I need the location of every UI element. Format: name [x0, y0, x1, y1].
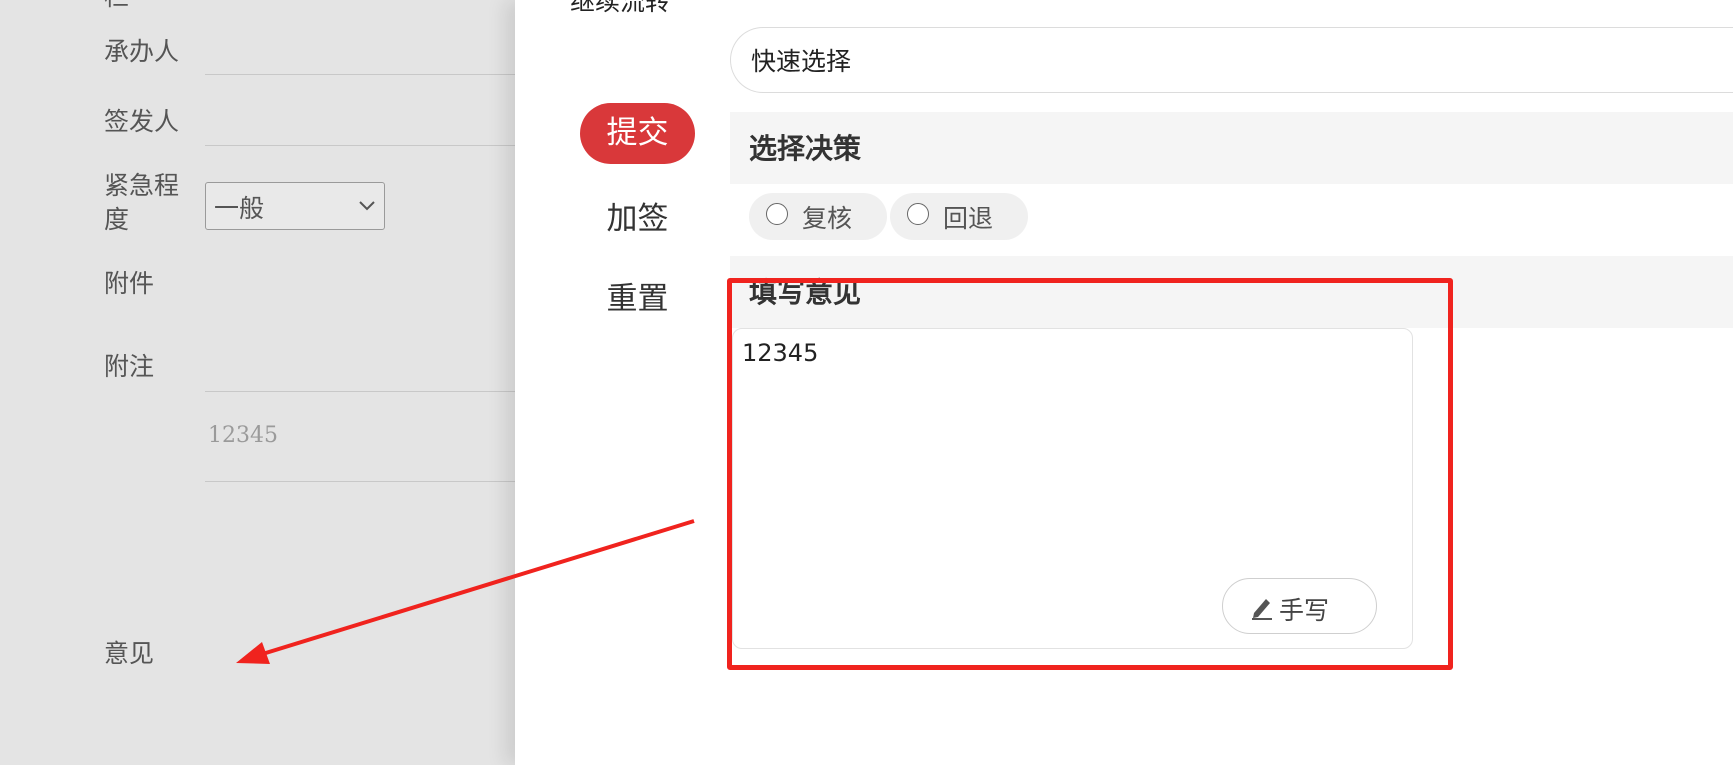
arrow-icon: [236, 519, 695, 664]
